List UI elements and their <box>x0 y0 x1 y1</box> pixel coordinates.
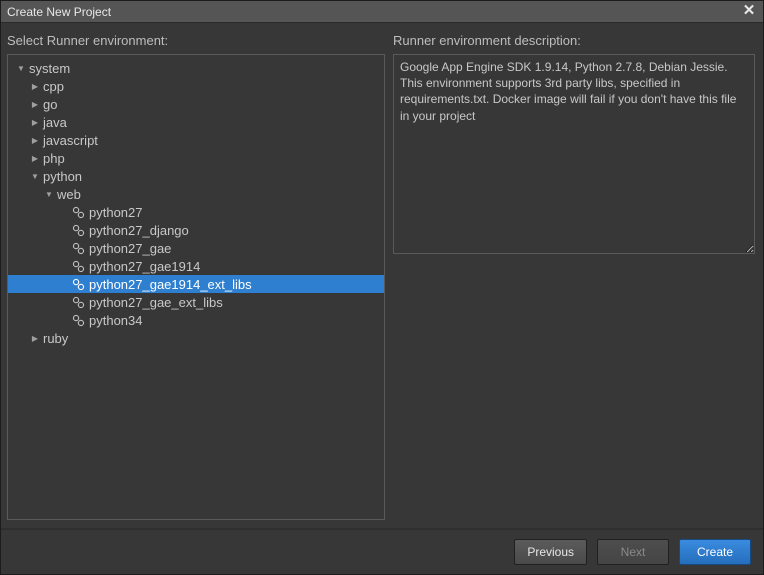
tree-item-label: php <box>43 151 65 166</box>
tree-item-python27[interactable]: python27 <box>8 203 384 221</box>
tree-item-label: python27_gae1914_ext_libs <box>89 277 252 292</box>
runner-icon <box>71 223 85 237</box>
tree-item-label: javascript <box>43 133 98 148</box>
runner-icon <box>71 277 85 291</box>
tree-item-go[interactable]: go <box>8 95 384 113</box>
tree-item-python27-gae1914-ext-libs[interactable]: python27_gae1914_ext_libs <box>8 275 384 293</box>
chevron-right-icon[interactable] <box>30 153 40 163</box>
chevron-down-icon[interactable] <box>44 189 54 199</box>
next-button: Next <box>597 539 669 565</box>
tree-item-label: system <box>29 61 70 76</box>
tree-item-label: web <box>57 187 81 202</box>
tree-item-system[interactable]: system <box>8 59 384 77</box>
close-icon[interactable]: ✕ <box>741 4 757 20</box>
tree-item-ruby[interactable]: ruby <box>8 329 384 347</box>
tree-item-python27-gae[interactable]: python27_gae <box>8 239 384 257</box>
dialog-title: Create New Project <box>7 5 741 19</box>
titlebar: Create New Project ✕ <box>1 1 763 23</box>
chevron-right-icon[interactable] <box>30 99 40 109</box>
runner-icon <box>71 205 85 219</box>
tree-item-label: ruby <box>43 331 68 346</box>
tree-item-web[interactable]: web <box>8 185 384 203</box>
left-pane: Select Runner environment: system cpp go ja… <box>7 29 385 520</box>
tree-item-label: python27_django <box>89 223 189 238</box>
chevron-down-icon[interactable] <box>16 63 26 73</box>
tree-item-python27-django[interactable]: python27_django <box>8 221 384 239</box>
previous-button[interactable]: Previous <box>514 539 587 565</box>
content-area: Select Runner environment: system cpp go ja… <box>1 23 763 528</box>
tree-item-label: cpp <box>43 79 64 94</box>
create-button[interactable]: Create <box>679 539 751 565</box>
chevron-right-icon[interactable] <box>30 117 40 127</box>
runner-icon <box>71 259 85 273</box>
tree-item-cpp[interactable]: cpp <box>8 77 384 95</box>
tree-item-java[interactable]: java <box>8 113 384 131</box>
chevron-right-icon[interactable] <box>30 135 40 145</box>
chevron-right-icon[interactable] <box>30 333 40 343</box>
runner-icon <box>71 241 85 255</box>
tree-item-label: python27_gae_ext_libs <box>89 295 223 310</box>
runner-tree[interactable]: systemcppgojavajavascriptphppythonwebpyt… <box>7 54 385 520</box>
right-pane: Runner environment description: <box>393 29 755 520</box>
tree-item-python27-gae1914[interactable]: python27_gae1914 <box>8 257 384 275</box>
tree-item-label: java <box>43 115 67 130</box>
tree-item-python[interactable]: python <box>8 167 384 185</box>
chevron-right-icon[interactable] <box>30 81 40 91</box>
tree-item-php[interactable]: php <box>8 149 384 167</box>
tree-item-python34[interactable]: python34 <box>8 311 384 329</box>
create-project-dialog: Create New Project ✕ Select Runner envir… <box>0 0 764 575</box>
tree-item-javascript[interactable]: javascript <box>8 131 384 149</box>
tree-item-label: python34 <box>89 313 143 328</box>
tree-item-label: python27_gae1914 <box>89 259 200 274</box>
tree-item-label: python27_gae <box>89 241 171 256</box>
runner-icon <box>71 295 85 309</box>
left-pane-label: Select Runner environment: <box>7 29 385 54</box>
runner-icon <box>71 313 85 327</box>
right-pane-label: Runner environment description: <box>393 29 755 54</box>
tree-item-label: python27 <box>89 205 143 220</box>
tree-item-label: python <box>43 169 82 184</box>
description-box[interactable] <box>393 54 755 254</box>
tree-item-python27-gae-ext-libs[interactable]: python27_gae_ext_libs <box>8 293 384 311</box>
chevron-down-icon[interactable] <box>30 171 40 181</box>
footer: Previous Next Create <box>1 528 763 574</box>
tree-item-label: go <box>43 97 57 112</box>
